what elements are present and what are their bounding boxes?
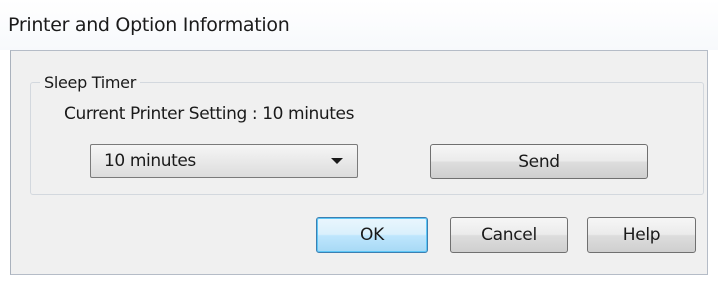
send-button[interactable]: Send	[430, 144, 648, 179]
ok-button[interactable]: OK	[316, 217, 428, 253]
sleep-timer-dropdown[interactable]: 10 minutes	[90, 144, 358, 178]
window-title: Printer and Option Information	[8, 14, 290, 36]
cancel-button[interactable]: Cancel	[450, 217, 568, 253]
chevron-down-icon	[331, 158, 343, 164]
sleep-timer-selected-value: 10 minutes	[104, 151, 196, 171]
sleep-timer-group-label: Sleep Timer	[40, 73, 140, 92]
title-bar: Printer and Option Information	[0, 0, 718, 50]
current-printer-setting-text: Current Printer Setting : 10 minutes	[64, 104, 355, 124]
printer-option-dialog: Printer and Option Information Sleep Tim…	[0, 0, 718, 281]
help-button[interactable]: Help	[587, 217, 696, 253]
